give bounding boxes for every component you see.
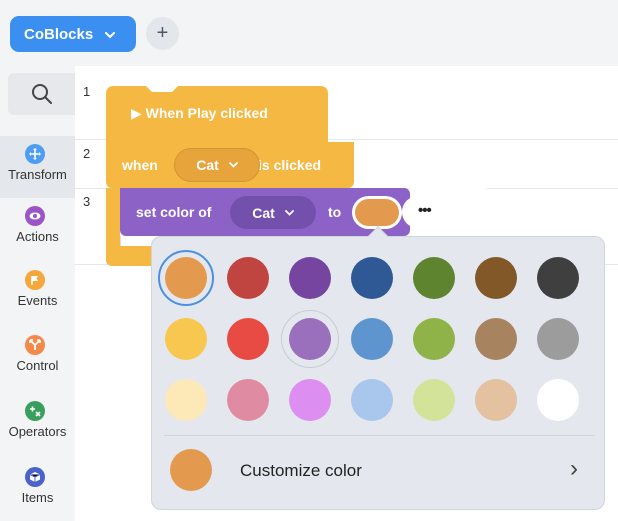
- customize-color-row[interactable]: Customize color ›: [152, 437, 606, 509]
- color-swatch[interactable]: [289, 318, 331, 360]
- category-label: Items: [21, 490, 54, 505]
- line-number: 2: [83, 146, 91, 161]
- color-swatch[interactable]: [227, 318, 269, 360]
- chevron-right-icon: ›: [570, 455, 578, 482]
- category-control[interactable]: Control: [0, 327, 75, 389]
- color-swatch[interactable]: [537, 379, 579, 421]
- color-swatch[interactable]: [165, 318, 207, 360]
- category-label: Control: [16, 358, 59, 373]
- color-swatch[interactable]: [351, 257, 393, 299]
- color-swatch[interactable]: [475, 257, 517, 299]
- flag-icon: [25, 270, 45, 290]
- color-swatch[interactable]: [475, 379, 517, 421]
- color-swatch[interactable]: [165, 257, 207, 299]
- math-icon: [25, 401, 45, 421]
- category-operators[interactable]: Operators: [0, 393, 75, 455]
- category-label: Actions: [16, 229, 59, 244]
- project-name: CoBlocks: [24, 25, 94, 43]
- color-input[interactable]: [355, 199, 399, 226]
- color-swatch[interactable]: [165, 379, 207, 421]
- project-menu-button[interactable]: CoBlocks: [10, 16, 136, 52]
- color-swatch[interactable]: [537, 257, 579, 299]
- category-events[interactable]: Events: [0, 262, 75, 324]
- color-swatch[interactable]: [227, 379, 269, 421]
- color-swatch[interactable]: [289, 379, 331, 421]
- color-swatch[interactable]: [351, 379, 393, 421]
- target-dropdown-value: Cat: [252, 204, 275, 221]
- eye-icon: [25, 206, 45, 226]
- when-play-clicked-label[interactable]: ▶ When Play clicked: [131, 105, 268, 122]
- color-swatch[interactable]: [413, 379, 455, 421]
- search-icon: [31, 84, 52, 104]
- popup-divider: [164, 435, 594, 436]
- line-number: 3: [83, 194, 91, 209]
- color-picker-popup: Customize color ›: [151, 226, 606, 510]
- color-swatch[interactable]: [537, 318, 579, 360]
- category-label: Transform: [8, 167, 67, 182]
- category-transform[interactable]: Transform: [0, 136, 75, 198]
- color-swatch[interactable]: [413, 318, 455, 360]
- chevron-down-icon: [228, 162, 238, 168]
- chevron-down-icon: [105, 27, 116, 42]
- block-search-button[interactable]: [8, 73, 75, 115]
- target-dropdown-value: Cat: [196, 157, 219, 173]
- customize-color-label: Customize color: [240, 461, 362, 480]
- top-bar: CoBlocks +: [0, 0, 618, 66]
- category-label: Operators: [8, 424, 67, 439]
- category-sidebar: Transform Actions Events Control Operato…: [0, 66, 75, 521]
- category-actions[interactable]: Actions: [0, 198, 75, 260]
- more-options-icon[interactable]: •••: [418, 202, 432, 219]
- line-number: 1: [83, 84, 91, 99]
- color-swatch[interactable]: [289, 257, 331, 299]
- set-color-label: set color of: [136, 204, 212, 220]
- color-swatch[interactable]: [413, 257, 455, 299]
- branch-icon: [25, 335, 45, 355]
- category-items[interactable]: Items: [0, 459, 75, 521]
- customize-color-swatch: [170, 449, 212, 491]
- target-dropdown[interactable]: Cat: [174, 148, 260, 182]
- chevron-down-icon: [284, 209, 294, 216]
- box-icon: [25, 467, 45, 487]
- category-label: Events: [17, 293, 58, 308]
- add-project-button[interactable]: +: [146, 17, 179, 50]
- is-clicked-label: is clicked: [258, 157, 322, 173]
- to-label: to: [328, 204, 342, 220]
- color-swatch[interactable]: [475, 318, 517, 360]
- when-label: when: [122, 157, 158, 173]
- color-swatch[interactable]: [227, 257, 269, 299]
- target-dropdown[interactable]: Cat: [230, 196, 316, 229]
- plus-icon: +: [156, 22, 169, 44]
- color-swatch[interactable]: [351, 318, 393, 360]
- move-icon: [25, 144, 45, 164]
